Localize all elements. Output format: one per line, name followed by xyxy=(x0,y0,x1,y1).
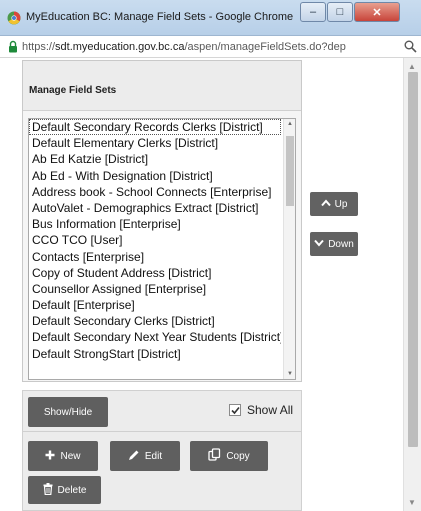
url-text[interactable]: https://sdt.myeducation.gov.bc.ca/aspen/… xyxy=(22,41,402,53)
list-item[interactable]: Copy of Student Address [District] xyxy=(29,265,281,281)
field-sets-list: Default Secondary Records Clerks [Distri… xyxy=(29,119,295,362)
magnifier-icon[interactable] xyxy=(404,40,418,54)
page-content: Manage Field Sets Default Secondary Reco… xyxy=(0,58,403,511)
panel-header: Manage Field Sets xyxy=(23,61,301,111)
minimize-button[interactable]: – xyxy=(300,2,326,22)
show-all-checkbox[interactable] xyxy=(229,404,241,416)
list-item[interactable]: AutoValet - Demographics Extract [Distri… xyxy=(29,200,281,216)
show-all-option[interactable]: Show All xyxy=(229,403,293,417)
move-down-label: Down xyxy=(328,238,354,250)
chevron-up-icon xyxy=(320,198,331,210)
url-host: sdt.myeducation.gov.bc.ca xyxy=(55,41,185,53)
list-item[interactable]: Default [Enterprise] xyxy=(29,297,281,313)
show-hide-button[interactable]: Show/Hide xyxy=(28,397,108,427)
list-item[interactable]: Default Secondary Next Year Students [Di… xyxy=(29,329,281,345)
list-item[interactable]: Default Secondary Clerks [District] xyxy=(29,313,281,329)
window-titlebar: MyEducation BC: Manage Field Sets - Goog… xyxy=(0,0,421,36)
page-scroll-up-icon[interactable]: ▲ xyxy=(408,62,416,71)
edit-button[interactable]: Edit xyxy=(110,441,180,471)
panel-title: Manage Field Sets xyxy=(29,85,117,96)
url-path: /aspen/manageFieldSets.do?dep xyxy=(184,41,346,53)
list-item[interactable]: Default Secondary Records Clerks [Distri… xyxy=(29,119,281,136)
list-item[interactable]: Ab Ed Katzie [District] xyxy=(29,151,281,167)
move-up-label: Up xyxy=(334,198,348,210)
show-hide-toolbar: Show/Hide Show All xyxy=(22,390,302,432)
address-bar[interactable]: https://sdt.myeducation.gov.bc.ca/aspen/… xyxy=(0,36,421,58)
delete-button[interactable]: Delete xyxy=(28,476,101,504)
page-scrollbar[interactable]: ▲ ▼ xyxy=(403,58,421,511)
new-label: New xyxy=(60,450,81,462)
action-toolbar: New Edit Copy Delete xyxy=(22,432,302,511)
copy-label: Copy xyxy=(226,450,250,462)
listbox-scrollbar[interactable]: ▲ ▼ xyxy=(283,119,295,379)
list-item[interactable]: Bus Information [Enterprise] xyxy=(29,216,281,232)
copy-icon xyxy=(208,448,221,464)
copy-button[interactable]: Copy xyxy=(190,441,268,471)
edit-label: Edit xyxy=(144,450,163,462)
url-scheme: https:// xyxy=(22,41,56,53)
list-item[interactable]: Ab Ed - With Designation [District] xyxy=(29,168,281,184)
scroll-up-icon[interactable]: ▲ xyxy=(287,121,293,127)
list-item[interactable]: Default StrongStart [District] xyxy=(29,346,281,362)
listbox-scroll-thumb[interactable] xyxy=(286,136,294,206)
list-item[interactable]: CCO TCO [User] xyxy=(29,232,281,248)
trash-icon xyxy=(43,482,53,498)
list-item[interactable]: Contacts [Enterprise] xyxy=(29,249,281,265)
field-sets-listbox[interactable]: Default Secondary Records Clerks [Distri… xyxy=(28,118,296,380)
list-item[interactable]: Default Elementary Clerks [District] xyxy=(29,135,281,151)
list-item[interactable]: Counsellor Assigned [Enterprise] xyxy=(29,281,281,297)
chevron-down-icon xyxy=(314,239,324,250)
maximize-button[interactable]: □ xyxy=(327,2,353,22)
page-scroll-thumb[interactable] xyxy=(408,72,418,447)
scroll-down-icon[interactable]: ▼ xyxy=(287,371,293,377)
show-all-label: Show All xyxy=(247,403,294,417)
chrome-icon xyxy=(6,10,22,26)
page-scroll-down-icon[interactable]: ▼ xyxy=(408,498,416,507)
move-down-button[interactable]: Down xyxy=(310,232,358,256)
delete-label: Delete xyxy=(57,484,87,496)
lock-icon xyxy=(8,40,20,54)
pencil-icon xyxy=(128,449,140,464)
list-item[interactable]: Address book - School Connects [Enterpri… xyxy=(29,184,281,200)
move-up-button[interactable]: Up xyxy=(310,192,358,216)
new-button[interactable]: New xyxy=(28,441,98,471)
close-button[interactable]: ✕ xyxy=(354,2,400,22)
window-title: MyEducation BC: Manage Field Sets - Goog… xyxy=(26,11,294,23)
manage-field-sets-panel: Manage Field Sets Default Secondary Reco… xyxy=(22,60,302,382)
plus-icon xyxy=(45,450,55,463)
